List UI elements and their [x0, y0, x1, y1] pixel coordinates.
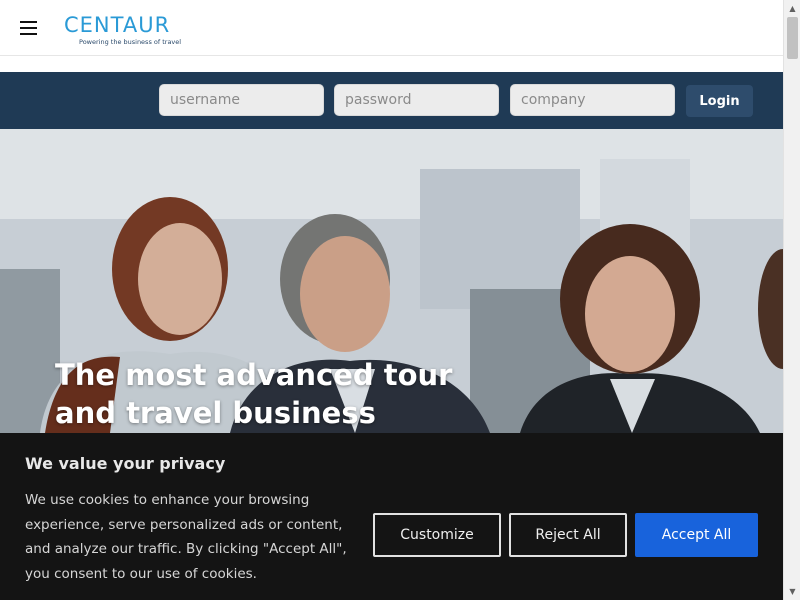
logo-text: CENTAUR	[64, 13, 171, 37]
accept-all-button[interactable]: Accept All	[635, 513, 758, 557]
logo[interactable]: CENTAUR Powering the business of travel	[64, 14, 181, 46]
cookie-consent-banner: We value your privacy We use cookies to …	[0, 433, 783, 600]
scrollbar-thumb[interactable]	[787, 17, 798, 59]
page-scrollbar[interactable]: ▲ ▼	[783, 0, 800, 600]
customize-button[interactable]: Customize	[373, 513, 501, 557]
hamburger-icon[interactable]	[20, 21, 37, 35]
password-input[interactable]	[334, 84, 499, 116]
hero-title-line-2: and travel business	[55, 396, 376, 430]
site-header: CENTAUR Powering the business of travel	[0, 0, 783, 56]
username-input[interactable]	[159, 84, 324, 116]
arrow-down-icon[interactable]: ▼	[784, 583, 800, 600]
cookie-description: We use cookies to enhance your browsing …	[25, 492, 347, 582]
cookie-title: We value your privacy	[25, 454, 226, 473]
reject-all-button[interactable]: Reject All	[509, 513, 627, 557]
hero-title-line-1: The most advanced tour	[55, 358, 453, 392]
hero-banner: The most advanced tour and travel busine…	[0, 129, 783, 433]
logo-tagline: Powering the business of travel	[79, 38, 182, 46]
company-input[interactable]	[510, 84, 675, 116]
arrow-up-icon[interactable]: ▲	[784, 0, 800, 17]
login-bar	[0, 72, 783, 129]
login-button[interactable]: Login	[686, 85, 753, 117]
hero-title: The most advanced tour and travel busine…	[55, 356, 475, 432]
